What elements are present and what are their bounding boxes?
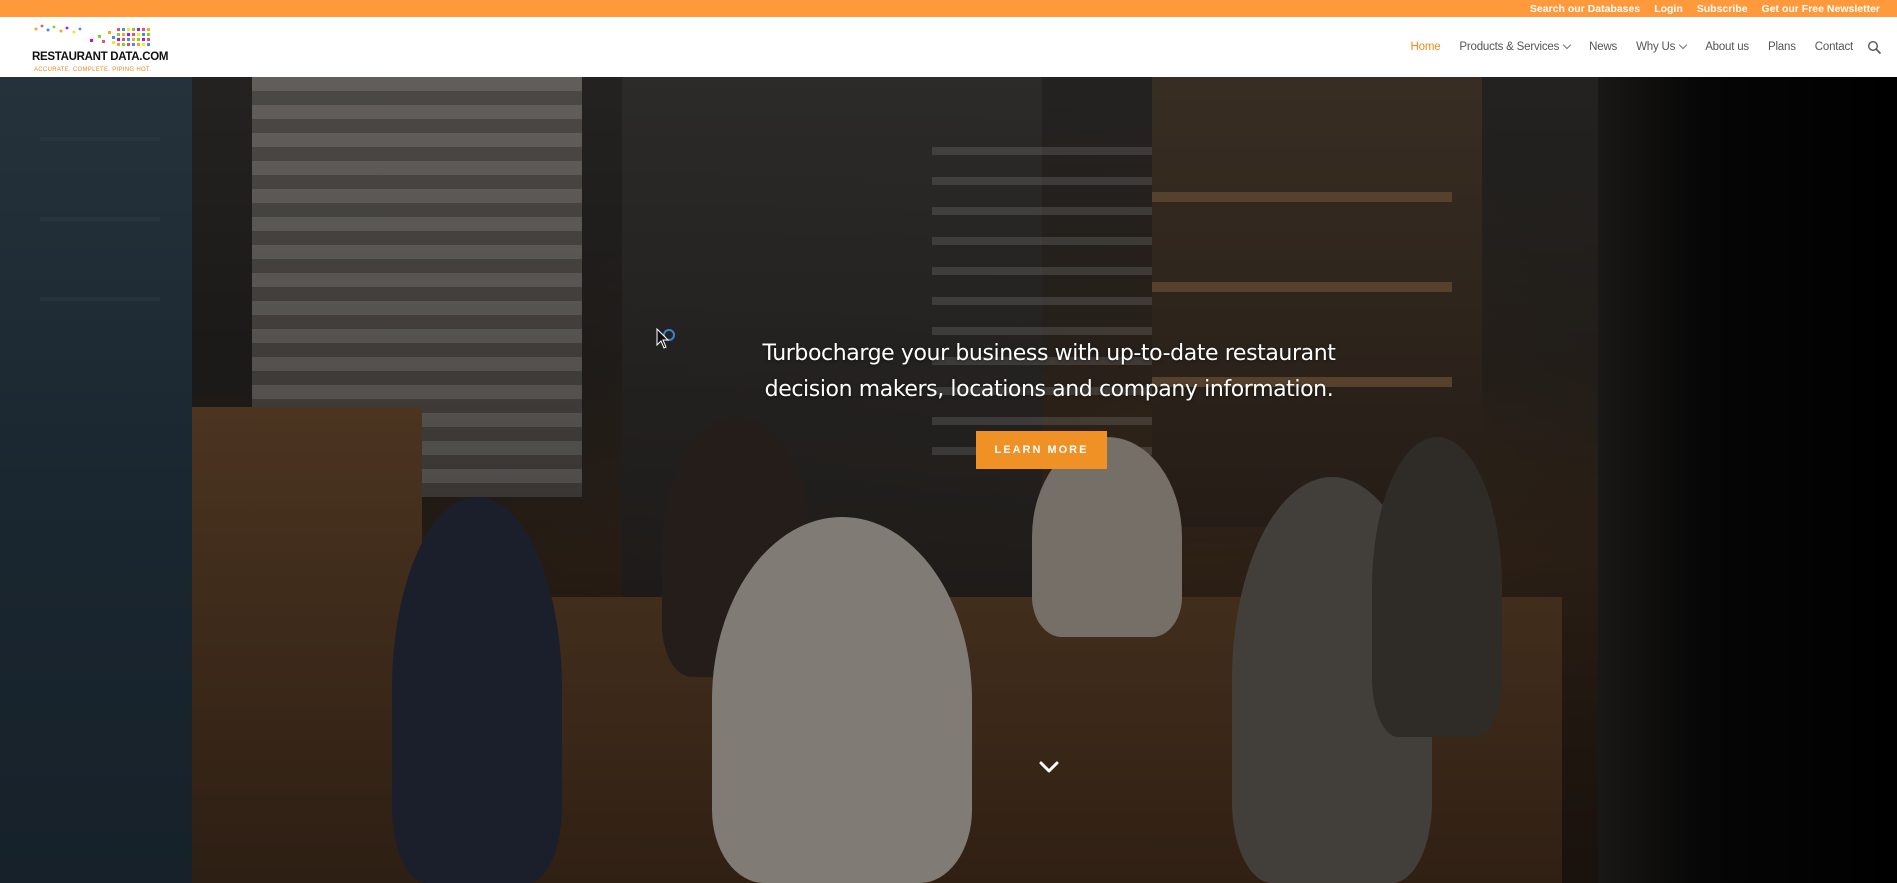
- nav-item-news[interactable]: News: [1589, 41, 1617, 53]
- hero-right-panel: [1598, 77, 1897, 883]
- nav-item-label: Plans: [1767, 41, 1796, 53]
- nav-item-label: Why Us: [1636, 41, 1676, 53]
- nav-item-label: Products & Services: [1459, 41, 1560, 53]
- mouse-cursor-icon: [656, 327, 675, 349]
- nav-item-contact[interactable]: Contact: [1815, 41, 1853, 53]
- site-logo[interactable]: RESTAURANT DATA.COM ACCURATE. COMPLETE. …: [32, 23, 168, 73]
- chevron-down-icon: [1562, 40, 1572, 50]
- search-databases-link[interactable]: Search our Databases: [1530, 3, 1640, 15]
- search-icon[interactable]: [1867, 40, 1881, 54]
- top-bar: Search our Databases Login Subscribe Get…: [0, 0, 1897, 17]
- hero-headline: Turbocharge your business with up-to-dat…: [760, 336, 1338, 408]
- nav-item-label: About us: [1705, 41, 1749, 53]
- hero-section: [0, 77, 1897, 883]
- newsletter-link[interactable]: Get our Free Newsletter: [1762, 3, 1880, 15]
- decorative-blind: [40, 137, 160, 141]
- nav-item-label: Contact: [1814, 41, 1853, 53]
- nav-item-home[interactable]: Home: [1411, 41, 1441, 53]
- decorative-blind: [40, 297, 160, 301]
- chevron-down-icon: [1678, 40, 1688, 50]
- main-nav: Home Products & Services News Why Us Abo…: [1411, 17, 1853, 77]
- logo-wordmark: RESTAURANT DATA.COM: [32, 51, 169, 63]
- scroll-down-arrow-icon[interactable]: [1037, 755, 1061, 779]
- hero-headline-line: Turbocharge your business with up-to-dat…: [762, 341, 1336, 366]
- nav-item-why-us[interactable]: Why Us: [1636, 40, 1688, 53]
- logo-tagline: ACCURATE. COMPLETE. PIPING HOT.: [34, 67, 152, 73]
- nav-item-label: Home: [1410, 41, 1441, 53]
- nav-item-label: News: [1589, 41, 1618, 53]
- decorative-blind: [40, 217, 160, 221]
- nav-item-plans[interactable]: Plans: [1768, 41, 1796, 53]
- hero-dark-overlay: [192, 77, 1598, 883]
- learn-more-button[interactable]: LEARN MORE: [976, 431, 1107, 469]
- hero-left-panel: [0, 77, 192, 883]
- top-bar-links: Search our Databases Login Subscribe Get…: [1530, 0, 1880, 17]
- nav-item-products-services[interactable]: Products & Services: [1459, 40, 1572, 53]
- subscribe-link[interactable]: Subscribe: [1697, 3, 1748, 15]
- nav-item-about-us[interactable]: About us: [1705, 41, 1749, 53]
- hero-headline-line: decision makers, locations and company i…: [764, 377, 1334, 402]
- logo-confetti-graphic: [34, 24, 150, 46]
- login-link[interactable]: Login: [1654, 3, 1683, 15]
- site-header: RESTAURANT DATA.COM ACCURATE. COMPLETE. …: [0, 17, 1897, 77]
